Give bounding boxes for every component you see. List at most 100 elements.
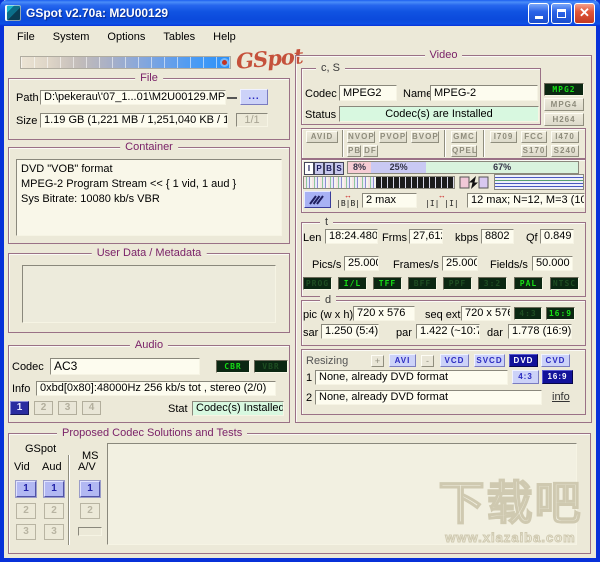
audio-stream-4-button[interactable]: 4 <box>82 401 101 415</box>
menu-help[interactable]: Help <box>204 28 245 46</box>
close-button[interactable]: ✕ <box>574 3 595 24</box>
gspot-logo: GSpot <box>235 43 303 74</box>
ipbs-s-button[interactable]: S <box>334 162 344 175</box>
qpel-button[interactable]: QPEL <box>451 145 477 157</box>
audio-info-field[interactable]: 0xbd[0x80]:48000Hz 256 kb/s tot , stereo… <box>36 381 276 396</box>
par-label: par <box>396 327 412 339</box>
resize-row2-number: 2 <box>306 392 312 404</box>
gspot-vid-2-button[interactable]: 2 <box>16 503 36 519</box>
qf-label: Qf <box>526 232 538 244</box>
browse-button[interactable]: ... <box>240 89 268 105</box>
resize-43-button[interactable]: 4:3 <box>512 370 539 384</box>
minus-button[interactable]: - <box>421 355 434 367</box>
nvop-button[interactable]: NVOP <box>347 131 375 143</box>
df-button[interactable]: DF <box>363 145 378 157</box>
video-codec-field[interactable]: MPEG2 <box>339 85 397 101</box>
audio-codec-field[interactable]: AC3 <box>50 358 200 375</box>
aspect-169-indicator: 16:9 <box>546 307 575 320</box>
ms-av-1-button[interactable]: 1 <box>80 481 100 497</box>
minimize-icon <box>535 16 543 19</box>
audio-stream-2-button[interactable]: 2 <box>34 401 53 415</box>
path-connector <box>227 97 237 99</box>
page-indicator: 1/1 <box>236 113 268 127</box>
dimensions-legend: d <box>320 294 336 306</box>
proposed-divider <box>68 455 69 545</box>
menu-bar: File System Options Tables Help <box>4 26 596 47</box>
frms-field: 27,612 <box>409 229 443 244</box>
container-info-box[interactable]: DVD "VOB" format MPEG-2 Program Stream <… <box>16 159 282 236</box>
ipbs-i-button[interactable]: I <box>304 162 314 175</box>
s240-button[interactable]: S240 <box>551 145 579 157</box>
info-link[interactable]: info <box>552 391 570 403</box>
proposed-av-label: A/V <box>78 461 96 473</box>
pic-label: pic (w x h) <box>303 309 353 321</box>
minimize-button[interactable] <box>528 3 549 24</box>
gmc-button[interactable]: GMC <box>451 131 477 143</box>
kbps-field: 8802 <box>481 229 514 244</box>
container-line-1: DVD "VOB" format <box>21 162 277 177</box>
path-field[interactable]: D:\pekerau\'07_1...01\M2U00129.MPG <box>40 90 226 105</box>
bvop-button[interactable]: BVOP <box>411 131 439 143</box>
cs-legend: c, S <box>316 62 345 74</box>
video-name-field[interactable]: MPEG-2 <box>430 85 538 101</box>
proposed-legend: Proposed Codec Solutions and Tests <box>57 427 247 439</box>
dimensions-subgroup: d <box>301 300 586 346</box>
video-status-label: Status <box>305 109 336 121</box>
prog-indicator: PROG <box>303 277 332 290</box>
gspot-aud-3-button[interactable]: 3 <box>44 524 64 540</box>
vcd-button[interactable]: VCD <box>440 354 469 367</box>
s170-button[interactable]: S170 <box>521 145 547 157</box>
i470-button[interactable]: I470 <box>551 131 579 143</box>
dvd-button[interactable]: DVD <box>509 354 538 367</box>
fcc-button[interactable]: FCC <box>521 131 547 143</box>
menu-tables[interactable]: Tables <box>154 28 204 46</box>
bff-indicator: BFF <box>408 277 437 290</box>
plus-button[interactable]: + <box>371 355 384 367</box>
menu-system[interactable]: System <box>44 28 99 46</box>
feature-divider <box>342 130 343 157</box>
gop-stripes-light <box>304 177 376 188</box>
user-data-legend: User Data / Metadata <box>92 247 207 259</box>
i709-button[interactable]: I709 <box>490 131 517 143</box>
ms-av-2-button[interactable]: 2 <box>80 503 100 519</box>
mpg4-button[interactable]: MPG4 <box>544 98 584 111</box>
sar-field: 1.250 (5:4) <box>321 324 379 339</box>
gspot-aud-1-button[interactable]: 1 <box>44 481 64 497</box>
audio-stream-3-button[interactable]: 3 <box>58 401 77 415</box>
user-data-box[interactable] <box>22 265 276 323</box>
gspot-analyze-button[interactable] <box>304 191 331 208</box>
p-percent: 25% <box>371 162 426 173</box>
proposed-results-box[interactable] <box>107 443 577 545</box>
pb-button[interactable]: PB <box>347 145 361 157</box>
ipbs-p-button[interactable]: P <box>314 162 324 175</box>
resize-row2-field: None, already DVD format <box>315 390 542 405</box>
file-group: File <box>8 78 290 140</box>
gop-info-field: 12 max; N=12, M=3 (100%) <box>467 193 585 208</box>
seq-ext-label: seq ext <box>425 309 460 321</box>
dar-label: dar <box>487 327 503 339</box>
gspot-vid-1-button[interactable]: 1 <box>16 481 36 497</box>
title-bar[interactable]: GSpot v2.70a: M2U00129 ✕ <box>0 0 600 26</box>
gspot-vid-3-button[interactable]: 3 <box>16 524 36 540</box>
avi-button[interactable]: AVI <box>389 354 416 367</box>
avid-button[interactable]: AVID <box>306 131 338 143</box>
pulldown-indicator: 3:2 <box>478 277 507 290</box>
h264-button[interactable]: H264 <box>544 113 584 126</box>
pal-indicator: PAL <box>514 277 543 290</box>
video-legend: Video <box>425 49 463 61</box>
gspot-aud-2-button[interactable]: 2 <box>44 503 64 519</box>
pvop-button[interactable]: PVOP <box>379 131 407 143</box>
scene-change-icon <box>459 175 489 195</box>
menu-options[interactable]: Options <box>98 28 154 46</box>
b-percent: 67% <box>426 162 578 173</box>
frames-label: Frames/s <box>393 259 439 271</box>
resize-169-button[interactable]: 16:9 <box>542 370 573 384</box>
svcd-button[interactable]: SVCD <box>474 354 505 367</box>
menu-file[interactable]: File <box>8 28 44 46</box>
audio-info-label: Info <box>12 383 30 395</box>
ipbs-b-button[interactable]: B <box>324 162 334 175</box>
audio-stream-1-button[interactable]: 1 <box>10 401 29 415</box>
cvd-button[interactable]: CVD <box>541 354 570 367</box>
maximize-button[interactable] <box>551 3 572 24</box>
par-field: 1.422 (~10:7) <box>416 324 480 339</box>
